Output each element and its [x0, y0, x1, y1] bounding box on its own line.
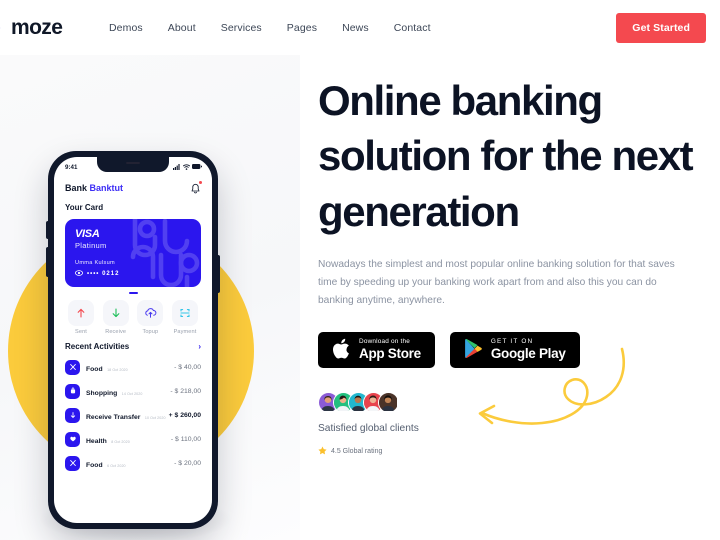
nav-item-services[interactable]: Services — [221, 22, 262, 34]
card-pager-active-dot — [128, 292, 138, 294]
table-row[interactable]: Receive Transfer 10 Oct 2020 + $ 260,00 — [65, 403, 201, 427]
angular-x-mark-icon — [0, 16, 14, 40]
hero-copy: Online banking solution for the next gen… — [300, 55, 720, 540]
transaction-info: Health 8 Oct 2020 — [86, 430, 171, 448]
transaction-amount: + $ 260,00 — [168, 411, 201, 419]
table-row[interactable]: Health 8 Oct 2020 - $ 110,00 — [65, 427, 201, 451]
quick-actions: Sent Receive Topup Payment — [54, 294, 212, 335]
chevron-right-icon[interactable]: › — [198, 342, 201, 351]
transaction-info: Receive Transfer 10 Oct 2020 — [86, 406, 169, 424]
bank-card[interactable]: VISA Platinum Umma Kulsum •••• 0212 — [65, 219, 201, 287]
action-payment-label: Payment — [173, 329, 197, 335]
transaction-amount: - $ 20,00 — [174, 459, 201, 467]
card-pattern-decoration — [125, 219, 201, 287]
phone-screen: 9:41 Bank Banktut Your Card VISA Platinu… — [54, 157, 212, 523]
action-receive[interactable]: Receive — [101, 300, 131, 335]
arrow-down-icon — [65, 407, 80, 423]
page-title: Online banking solution for the next gen… — [318, 77, 694, 235]
transaction-amount: - $ 110,00 — [170, 435, 201, 443]
transaction-info: Shopping 14 Oct 2020 — [86, 382, 170, 400]
action-payment[interactable]: Payment — [170, 300, 200, 335]
app-store-text: Download on the App Store — [359, 339, 421, 361]
star-icon — [318, 442, 327, 460]
notification-bell-icon[interactable] — [190, 181, 202, 194]
app-title: Bank Banktut — [65, 183, 123, 193]
transaction-amount: - $ 40,00 — [174, 363, 201, 371]
phone-notch — [97, 157, 169, 172]
card-tier: Platinum — [75, 241, 107, 250]
action-topup[interactable]: Topup — [135, 300, 165, 335]
brand-logo[interactable]: moze — [0, 16, 84, 40]
app-header: Bank Banktut — [54, 175, 212, 194]
transaction-date: 10 Oct 2020 — [144, 416, 166, 420]
card-number: •••• 0212 — [87, 271, 120, 277]
status-time: 9:41 — [65, 164, 78, 171]
phone-power-button — [217, 255, 220, 293]
transaction-name: Receive Transfer — [86, 414, 141, 421]
recent-activities-header: Recent Activities › — [54, 335, 212, 351]
shopping-bag-icon — [65, 383, 80, 399]
battery-icon — [192, 164, 202, 171]
transaction-name: Shopping — [86, 390, 118, 397]
action-sent-label: Sent — [75, 329, 87, 335]
get-started-button[interactable]: Get Started — [616, 12, 706, 43]
cellular-signal-icon — [173, 163, 180, 172]
nav-item-about[interactable]: About — [168, 22, 196, 34]
card-number-row: •••• 0212 — [75, 270, 119, 278]
curly-arrow-left-icon — [448, 345, 633, 445]
cloud-upload-icon — [137, 300, 164, 326]
transaction-date: 8 Oct 2020 — [111, 440, 130, 444]
brand-logo-text: moze — [11, 15, 63, 39]
app-title-accent: Banktut — [89, 183, 124, 193]
hero-visual: 9:41 Bank Banktut Your Card VISA Platinu… — [0, 55, 300, 540]
app-store-big-label: App Store — [359, 346, 421, 361]
table-row[interactable]: Food 6 Oct 2020 - $ 20,00 — [65, 451, 201, 475]
action-receive-label: Receive — [105, 329, 127, 335]
rating-text: 4.5 Global rating — [331, 447, 383, 455]
arrow-up-icon — [68, 300, 94, 326]
phone-speaker — [126, 162, 140, 164]
transaction-info: Food 18 Oct 2020 — [86, 358, 174, 376]
action-topup-label: Topup — [142, 329, 159, 335]
apple-logo-icon — [332, 338, 351, 363]
transaction-name: Food — [86, 462, 103, 469]
transaction-date: 18 Oct 2020 — [107, 368, 128, 372]
recent-activities-title: Recent Activities — [65, 342, 130, 351]
nav-item-demos[interactable]: Demos — [109, 22, 143, 34]
notification-badge-dot — [199, 181, 202, 184]
cutlery-icon — [65, 359, 80, 375]
site-header: moze Demos About Services Pages News Con… — [0, 0, 720, 55]
status-icon-group — [173, 163, 202, 172]
transaction-info: Food 6 Oct 2020 — [86, 454, 174, 472]
nav-item-contact[interactable]: Contact — [394, 22, 431, 34]
avatar — [378, 392, 399, 414]
cutlery-icon — [65, 455, 80, 471]
heart-pulse-icon — [65, 431, 80, 447]
transaction-name: Food — [86, 366, 103, 373]
app-store-button[interactable]: Download on the App Store — [318, 332, 435, 369]
arrow-down-icon — [102, 300, 129, 326]
nav-item-pages[interactable]: Pages — [287, 22, 317, 34]
your-card-label: Your Card — [65, 203, 104, 212]
app-store-small-label: Download on the — [359, 338, 410, 346]
transaction-name: Health — [86, 438, 107, 445]
card-holder-name: Umma Kulsum — [75, 260, 115, 266]
main-navigation: Demos About Services Pages News Contact — [109, 22, 431, 34]
transaction-amount: - $ 218,00 — [170, 387, 201, 395]
wifi-icon — [182, 163, 190, 172]
phone-mockup: 9:41 Bank Banktut Your Card VISA Platinu… — [46, 151, 220, 529]
app-title-prefix: Bank — [65, 183, 90, 193]
nav-item-news[interactable]: News — [342, 22, 369, 34]
transaction-date: 6 Oct 2020 — [107, 464, 126, 468]
hero-paragraph: Nowadays the simplest and most popular o… — [318, 259, 675, 306]
table-row[interactable]: Food 18 Oct 2020 - $ 40,00 — [65, 355, 201, 379]
table-row[interactable]: Shopping 14 Oct 2020 - $ 218,00 — [65, 379, 201, 403]
action-sent[interactable]: Sent — [66, 300, 96, 335]
card-chip-icon — [75, 270, 83, 278]
transaction-date: 14 Oct 2020 — [121, 392, 143, 396]
transaction-list: Food 18 Oct 2020 - $ 40,00 Shopping 14 O… — [54, 351, 212, 475]
hero-section: 9:41 Bank Banktut Your Card VISA Platinu… — [0, 55, 720, 540]
scan-frame-icon — [171, 300, 198, 326]
